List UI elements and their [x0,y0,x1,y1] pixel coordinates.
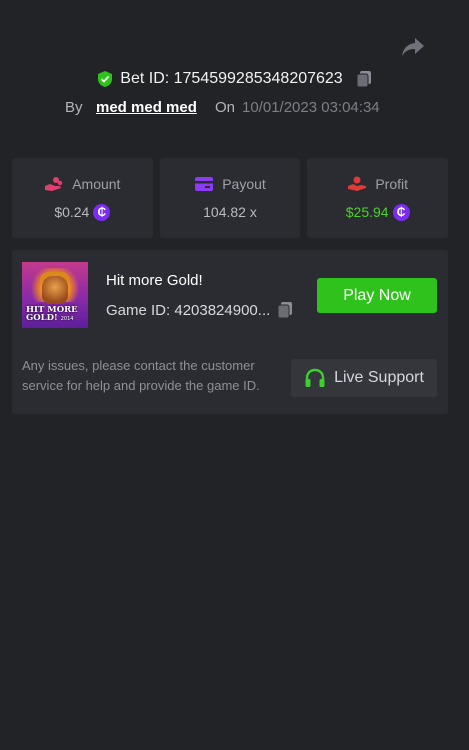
shield-check-icon [96,70,114,88]
copy-icon[interactable] [355,70,373,88]
stat-payout-value: 104.82 x [203,204,257,220]
username-link[interactable]: med med med [96,99,197,116]
share-button[interactable] [400,36,426,58]
stat-amount: Amount $0.24 ₵ [12,158,153,238]
stat-amount-value: $0.24 [54,204,90,220]
stat-profit: Profit $25.94 ₵ [307,158,449,238]
on-label: On [215,98,236,116]
share-arrow-icon [402,38,424,56]
by-label: By [65,98,83,116]
bet-id-row: Bet ID: 1754599285348207623 [0,67,469,91]
bet-id-text: Bet ID: 1754599285348207623 [120,70,343,87]
game-id-text: Game ID: 4203824900... [106,301,271,319]
card-icon [194,176,214,192]
game-thumbnail[interactable]: HIT MORE GOLD! 2014 [22,262,88,328]
coin-icon: ₵ [93,203,111,221]
stat-payout-label: Payout [222,176,266,192]
hand-coins-icon [44,176,64,192]
live-support-label: Live Support [334,369,424,386]
coin-icon: ₵ [392,203,410,221]
play-now-button[interactable]: Play Now [317,278,437,313]
stat-payout: Payout 104.82 x [159,158,301,238]
thumbnail-art-text: HIT MORE GOLD! 2014 [26,305,78,323]
stat-profit-value: $25.94 [345,204,389,220]
stat-amount-label: Amount [72,175,121,192]
game-title: Hit more Gold! [106,272,203,289]
live-support-button[interactable]: Live Support [291,359,437,397]
headphones-icon [304,368,326,388]
bet-meta-row: By med med med On 10/01/2023 03:04:34 [0,96,469,118]
game-card: HIT MORE GOLD! 2014 Hit more Gold! Game … [12,250,448,414]
stat-profit-label: Profit [375,175,409,192]
bet-datetime: 10/01/2023 03:04:34 [242,98,380,116]
bet-stats: Amount $0.24 ₵ Payout 104.82 x Profit $2… [12,158,449,238]
hand-coin-icon [347,176,367,192]
game-id-row: Game ID: 4203824900... [106,301,294,319]
copy-icon[interactable] [276,301,294,319]
support-help-text: Any issues, please contact the customer … [22,358,260,393]
